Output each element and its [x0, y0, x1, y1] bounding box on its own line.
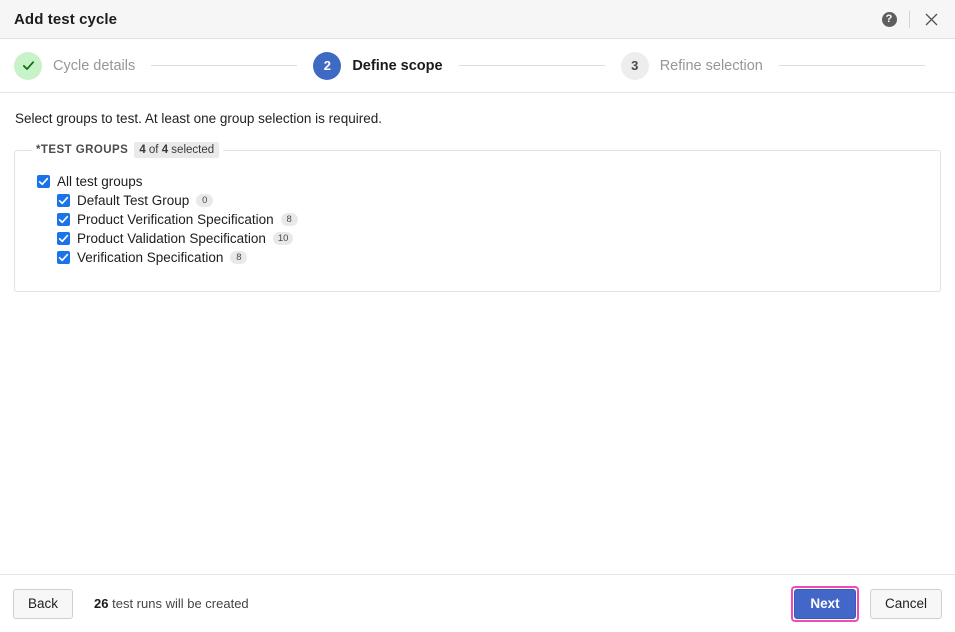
test-groups-legend-title: *TEST GROUPS: [36, 144, 128, 156]
group-row-verification-specification[interactable]: Verification Specification 8: [57, 248, 247, 267]
wizard-stepper: Cycle details 2 Define scope 3 Refine se…: [0, 39, 955, 93]
checkbox-product-verification-specification[interactable]: [57, 213, 70, 226]
checkbox-all-test-groups[interactable]: [37, 175, 50, 188]
step-2-label: Define scope: [352, 58, 442, 74]
test-runs-count: 26: [94, 596, 108, 611]
group-label: All test groups: [57, 172, 143, 191]
group-label: Verification Specification: [77, 248, 223, 267]
instruction-text: Select groups to test. At least one grou…: [15, 111, 941, 126]
group-count-badge: 10: [273, 232, 294, 245]
group-label: Product Validation Specification: [77, 229, 266, 248]
dialog-titlebar: Add test cycle ?: [0, 0, 955, 39]
test-groups-fieldset: *TEST GROUPS 4 of 4 selected All test gr…: [14, 142, 941, 292]
checkmark-icon: [58, 195, 69, 206]
check-icon: [22, 59, 35, 72]
back-button[interactable]: Back: [13, 589, 73, 619]
close-icon: [925, 13, 938, 26]
test-groups-legend: *TEST GROUPS 4 of 4 selected: [32, 142, 223, 158]
selected-count-suffix: selected: [168, 144, 214, 156]
checkbox-verification-specification[interactable]: [57, 251, 70, 264]
close-button[interactable]: [919, 7, 943, 31]
step-1-label: Cycle details: [53, 58, 135, 74]
step-3-label: Refine selection: [660, 58, 763, 74]
test-runs-text: test runs will be created: [108, 596, 248, 611]
group-row-product-verification-specification[interactable]: Product Verification Specification 8: [57, 210, 298, 229]
test-groups-list: All test groups Default Test Group 0: [15, 158, 940, 267]
cancel-button[interactable]: Cancel: [870, 589, 942, 619]
checkmark-icon: [38, 176, 49, 187]
add-test-cycle-dialog: Add test cycle ? Cycle details: [0, 0, 955, 632]
next-button[interactable]: Next: [794, 589, 856, 619]
checkbox-product-validation-specification[interactable]: [57, 232, 70, 245]
checkmark-icon: [58, 233, 69, 244]
dialog-title: Add test cycle: [14, 11, 876, 28]
group-count-badge: 8: [230, 251, 247, 264]
step-refine-selection[interactable]: 3 Refine selection: [621, 52, 763, 80]
group-row-all-test-groups[interactable]: All test groups: [37, 172, 143, 191]
selected-count-badge: 4 of 4 selected: [134, 142, 219, 158]
titlebar-actions: ?: [876, 6, 943, 32]
help-button[interactable]: ?: [876, 6, 902, 32]
step-connector-3: [779, 65, 925, 66]
dialog-footer: Back 26 test runs will be created Next C…: [0, 574, 955, 632]
step-connector-2: [459, 65, 605, 66]
checkmark-icon: [58, 252, 69, 263]
group-label: Default Test Group: [77, 191, 189, 210]
help-circle-icon: ?: [882, 12, 897, 27]
checkbox-default-test-group[interactable]: [57, 194, 70, 207]
dialog-body: Select groups to test. At least one grou…: [0, 93, 955, 574]
next-button-focus-ring: Next: [791, 586, 859, 622]
checkmark-icon: [58, 214, 69, 225]
group-row-product-validation-specification[interactable]: Product Validation Specification 10: [57, 229, 293, 248]
step-1-bubble: [14, 52, 42, 80]
group-label: Product Verification Specification: [77, 210, 274, 229]
step-2-bubble: 2: [313, 52, 341, 80]
step-cycle-details[interactable]: Cycle details: [14, 52, 135, 80]
group-count-badge: 0: [196, 194, 213, 207]
step-define-scope[interactable]: 2 Define scope: [313, 52, 442, 80]
group-row-default-test-group[interactable]: Default Test Group 0: [57, 191, 213, 210]
step-3-bubble: 3: [621, 52, 649, 80]
group-count-badge: 8: [281, 213, 298, 226]
test-runs-note: 26 test runs will be created: [94, 596, 249, 611]
titlebar-divider: [909, 11, 910, 28]
step-connector-1: [151, 65, 297, 66]
selected-count-mid: of: [146, 144, 162, 156]
